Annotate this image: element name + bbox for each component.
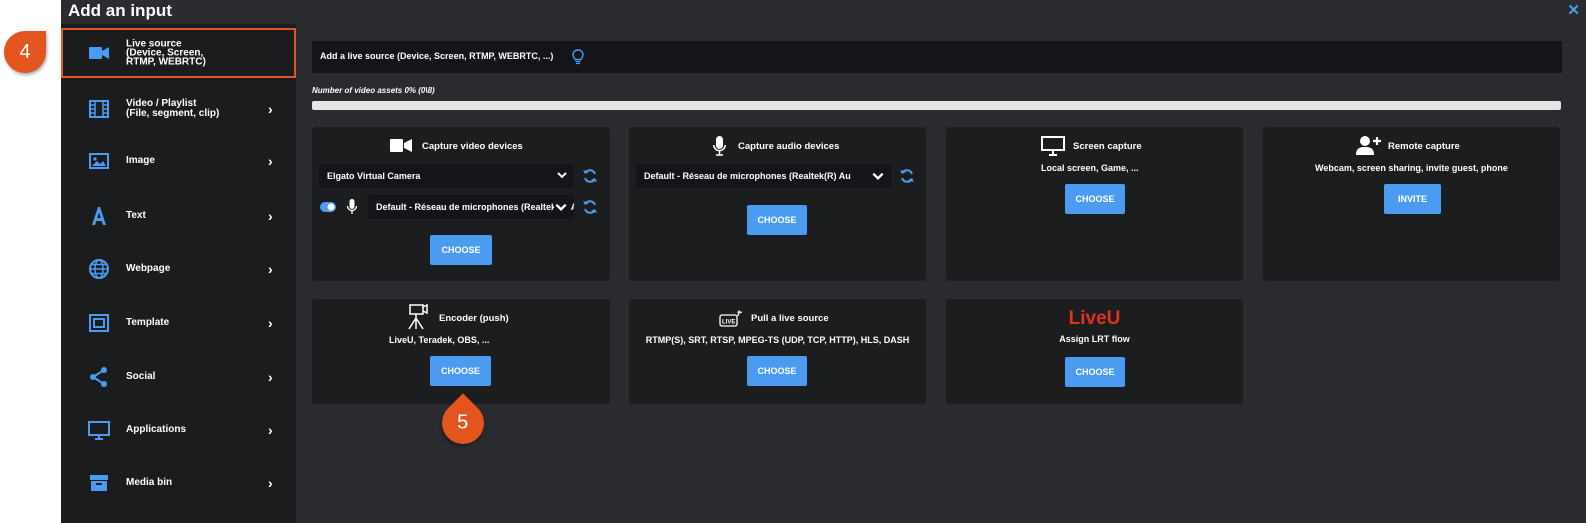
- sidebar-item-video-playlist[interactable]: Video / Playlist (File, segment, clip) ›: [61, 84, 296, 134]
- add-input-dialog: Add an input ✕ Live source (Device, Scre…: [61, 0, 1586, 523]
- chevron-right-icon: ›: [268, 315, 273, 331]
- add-user-icon: [1356, 136, 1381, 155]
- chevron-right-icon: ›: [268, 261, 273, 277]
- sidebar-item-label: Template: [126, 317, 170, 328]
- capture-video-card: Capture video devices Elgato Virtual Cam…: [312, 127, 610, 281]
- refresh-icon[interactable]: [899, 168, 915, 184]
- step-4-number: 4: [19, 41, 31, 63]
- card-subtitle: Assign LRT flow: [1059, 334, 1130, 344]
- assets-count-label: Number of video assets 0% (0\8): [312, 86, 435, 95]
- chevron-right-icon: ›: [268, 369, 273, 385]
- globe-icon: [89, 259, 109, 279]
- card-subtitle: Local screen, Game, ...: [1041, 163, 1139, 173]
- text-icon: [92, 207, 106, 225]
- card-subtitle: RTMP(S), SRT, RTSP, MPEG-TS (UDP, TCP, H…: [645, 335, 910, 345]
- sidebar-item-template[interactable]: Template ›: [61, 298, 296, 348]
- card-title: Capture video devices: [422, 141, 523, 152]
- capture-audio-card: Capture audio devices Default - Réseau d…: [629, 127, 926, 281]
- template-icon: [89, 314, 109, 332]
- chevron-right-icon: ›: [268, 101, 273, 117]
- select-value: Elgato Virtual Camera: [327, 171, 421, 181]
- camera-tripod-icon: [408, 304, 428, 330]
- chevron-right-icon: ›: [268, 475, 273, 491]
- step-4-badge: 4: [4, 31, 46, 73]
- camera-icon: [89, 47, 109, 59]
- sidebar-item-webpage[interactable]: Webpage ›: [61, 244, 296, 294]
- sidebar-item-applications[interactable]: Applications ›: [61, 405, 296, 455]
- select-value: Default - Réseau de microphones (Realtek…: [376, 202, 574, 212]
- microphone-icon: [713, 136, 726, 156]
- film-icon: [89, 100, 109, 118]
- chevron-down-icon: [557, 172, 567, 179]
- monitor-icon: [88, 421, 110, 440]
- svg-text:LIVE: LIVE: [722, 320, 735, 326]
- liveu-logo: LiveU: [1068, 308, 1121, 329]
- sidebar-item-label: Webpage: [126, 263, 171, 274]
- sidebar-item-label: Social: [126, 371, 156, 382]
- refresh-icon[interactable]: [582, 199, 598, 215]
- card-subtitle: Webcam, screen sharing, invite guest, ph…: [1315, 163, 1508, 173]
- choose-button[interactable]: CHOOSE: [1065, 357, 1125, 387]
- monitor-icon: [1041, 136, 1065, 156]
- encoder-push-card: Encoder (push) LiveU, Teradek, OBS, ... …: [312, 299, 610, 404]
- sidebar-item-label: Text: [126, 210, 146, 221]
- live-source-header: Add a live source (Device, Screen, RTMP,…: [312, 41, 1562, 73]
- close-icon[interactable]: ✕: [1567, 1, 1580, 19]
- refresh-icon[interactable]: [582, 168, 598, 184]
- sidebar-item-label: Media bin: [126, 477, 173, 488]
- dialog-title: Add an input: [68, 1, 172, 20]
- header-text: Add a live source (Device, Screen, RTMP,…: [320, 51, 554, 61]
- sidebar-item-image[interactable]: Image ›: [61, 136, 296, 186]
- chevron-down-icon: [554, 200, 568, 214]
- assets-progress-bar: [312, 101, 1561, 110]
- choose-button[interactable]: CHOOSE: [747, 356, 807, 386]
- card-title: Screen capture: [1073, 141, 1142, 152]
- video-device-select[interactable]: Elgato Virtual Camera: [319, 164, 574, 188]
- sidebar-item-live-source[interactable]: Live source (Device, Screen, RTMP, WEBRT…: [61, 28, 296, 78]
- sidebar-item-social[interactable]: Social ›: [61, 352, 296, 402]
- card-subtitle: LiveU, Teradek, OBS, ...: [389, 335, 490, 345]
- remote-capture-card: Remote capture Webcam, screen sharing, i…: [1263, 127, 1560, 281]
- audio-device-select[interactable]: Default - Réseau de microphones (Realtek…: [368, 195, 574, 219]
- choose-button[interactable]: CHOOSE: [430, 235, 492, 265]
- step-5-number: 5: [457, 412, 469, 434]
- card-title: Remote capture: [1388, 141, 1460, 152]
- camera-icon: [390, 139, 412, 152]
- image-icon: [89, 153, 109, 169]
- choose-button[interactable]: CHOOSE: [747, 205, 807, 235]
- sidebar-item-label: Image: [126, 155, 155, 166]
- sidebar-item-label: Live source (Device, Screen, RTMP, WEBRT…: [126, 38, 206, 68]
- dialog-titlebar: Add an input ✕: [61, 0, 1586, 24]
- chevron-right-icon: ›: [268, 153, 273, 169]
- select-value: Default - Réseau de microphones (Realtek…: [644, 171, 851, 181]
- sidebar-item-label: Applications: [126, 424, 187, 435]
- live-broadcast-icon: LIVE: [719, 310, 743, 327]
- sidebar-item-label: Video / Playlist (File, segment, clip): [126, 98, 220, 119]
- share-icon: [90, 367, 107, 387]
- archive-icon: [90, 475, 108, 491]
- invite-button[interactable]: INVITE: [1384, 184, 1441, 214]
- screen-capture-card: Screen capture Local screen, Game, ... C…: [946, 127, 1243, 281]
- main-panel: Add a live source (Device, Screen, RTMP,…: [296, 24, 1586, 523]
- choose-button[interactable]: CHOOSE: [1065, 184, 1125, 214]
- liveu-card: LiveU Assign LRT flow CHOOSE: [946, 299, 1243, 404]
- choose-button[interactable]: CHOOSE: [430, 356, 491, 386]
- microphone-icon: [347, 199, 357, 214]
- lightbulb-icon[interactable]: [572, 49, 584, 65]
- chevron-right-icon: ›: [268, 208, 273, 224]
- audio-device-select[interactable]: Default - Réseau de microphones (Realtek…: [636, 164, 891, 188]
- card-title: Capture audio devices: [738, 141, 840, 152]
- sidebar-item-text[interactable]: Text ›: [61, 191, 296, 241]
- sidebar: Live source (Device, Screen, RTMP, WEBRT…: [61, 24, 296, 523]
- chevron-right-icon: ›: [268, 422, 273, 438]
- card-title: Encoder (push): [439, 313, 509, 324]
- chevron-down-icon: [871, 169, 885, 183]
- pull-live-source-card: LIVE Pull a live source RTMP(S), SRT, RT…: [629, 299, 926, 404]
- sidebar-item-media-bin[interactable]: Media bin ›: [61, 458, 296, 508]
- card-title: Pull a live source: [751, 313, 829, 324]
- audio-toggle[interactable]: [320, 202, 336, 212]
